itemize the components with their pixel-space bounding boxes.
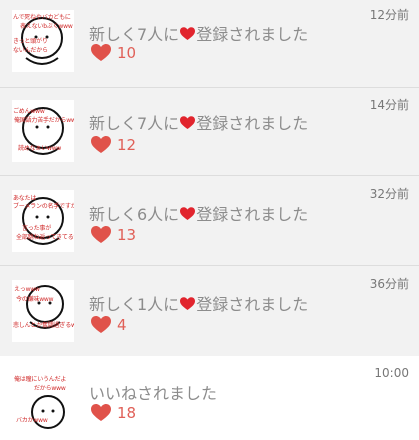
thumb-caption: きっと頭がり xyxy=(13,38,48,45)
message-text: いいねされました xyxy=(89,384,218,403)
notification-list: んで死ねやバカどもに 表えないbぶくwww きっと頭がり ないんだから 新しく7… xyxy=(0,0,419,440)
red-heart-emoji-icon xyxy=(180,207,196,220)
like-count: 12 xyxy=(117,136,137,154)
thumb-caption: ないんだから xyxy=(13,47,48,54)
message-text: 新しく1人に xyxy=(89,295,180,314)
like-count-group[interactable]: 13 xyxy=(91,226,136,244)
thumb-caption: バカかwww xyxy=(16,417,48,424)
notification-item[interactable]: 俺は瞳にいうんだよ だからwww バカかwww いいねされました 10:00 1… xyxy=(0,356,419,440)
timestamp: 12分前 xyxy=(369,8,409,22)
heart-icon xyxy=(91,136,111,153)
thumb-caption: ブーメランの名手ですかwww xyxy=(13,203,74,210)
user-avatar-thumbnail[interactable]: えっwww 今の嫌味www 悲しんとか奮闘過ぎるww xyxy=(12,280,74,342)
timestamp: 14分前 xyxy=(369,98,409,112)
notification-message: いいねされました xyxy=(89,380,217,404)
thumb-caption: 言った事が xyxy=(22,225,52,232)
notification-message: 新しく1人に 登録されました xyxy=(89,291,308,315)
notification-item[interactable]: ごめんwww 俺国語力苦手だからwww 読めなぁいwww 新しく7人に 登録されま… xyxy=(0,88,419,176)
notification-message: 新しく7人に 登録されました xyxy=(89,110,308,134)
thumb-caption: 俺国語力苦手だからwww xyxy=(14,117,74,124)
heart-icon xyxy=(91,226,111,243)
like-count: 4 xyxy=(117,316,127,334)
thumb-caption: 表えないbぶくwww xyxy=(20,23,73,30)
message-text: 新しく6人に xyxy=(89,205,180,224)
thumb-caption: えっwww xyxy=(14,286,40,293)
user-avatar-thumbnail[interactable]: あなたは ブーメランの名手ですかwww 言った事が 全部跳ね返ってきてるwww xyxy=(12,190,74,252)
red-heart-emoji-icon xyxy=(180,297,196,310)
message-text: 登録されました xyxy=(196,295,309,314)
user-avatar-thumbnail[interactable]: んで死ねやバカどもに 表えないbぶくwww きっと頭がり ないんだから xyxy=(12,10,74,72)
message-text: 登録されました xyxy=(196,205,309,224)
notification-message: 新しく7人に 登録されました xyxy=(89,21,308,45)
thumb-caption: 今の嫌味www xyxy=(16,296,54,303)
message-text: 新しく7人に xyxy=(89,114,180,133)
user-avatar-thumbnail[interactable]: ごめんwww 俺国語力苦手だからwww 読めなぁいwww xyxy=(12,100,74,162)
notification-item[interactable]: んで死ねやバカどもに 表えないbぶくwww きっと頭がり ないんだから 新しく7… xyxy=(0,0,419,88)
red-heart-emoji-icon xyxy=(180,116,196,129)
timestamp: 32分前 xyxy=(369,187,409,201)
message-text: 登録されました xyxy=(196,114,309,133)
thumb-caption: 読めなぁいwww xyxy=(18,145,62,152)
notification-item[interactable]: えっwww 今の嫌味www 悲しんとか奮闘過ぎるww 新しく1人に 登録されました… xyxy=(0,266,419,356)
heart-icon xyxy=(91,404,111,421)
thumb-caption: んで死ねやバカどもに xyxy=(13,14,71,21)
thumb-caption: あなたは xyxy=(13,195,37,202)
thumb-caption: 俺は瞳にいうんだよ xyxy=(14,376,67,383)
heart-icon xyxy=(91,316,111,333)
thumb-caption: 悲しんとか奮闘過ぎるww xyxy=(13,322,74,329)
notification-item[interactable]: あなたは ブーメランの名手ですかwww 言った事が 全部跳ね返ってきてるwww … xyxy=(0,176,419,266)
like-count-group[interactable]: 10 xyxy=(91,44,136,62)
timestamp: 36分前 xyxy=(369,277,409,291)
notification-message: 新しく6人に 登録されました xyxy=(89,201,308,225)
message-text: 登録されました xyxy=(196,25,309,44)
like-count: 10 xyxy=(117,44,137,62)
message-text: 新しく7人に xyxy=(89,25,180,44)
thumb-caption: だからwww xyxy=(34,385,66,392)
thumb-caption: 全部跳ね返ってきてるwww xyxy=(16,234,74,241)
like-count-group[interactable]: 18 xyxy=(91,404,136,422)
red-heart-emoji-icon xyxy=(180,27,196,40)
user-avatar-thumbnail[interactable]: 俺は瞳にいうんだよ だからwww バカかwww xyxy=(12,370,74,432)
like-count-group[interactable]: 4 xyxy=(91,316,127,334)
like-count: 13 xyxy=(117,226,137,244)
timestamp: 10:00 xyxy=(374,366,409,380)
heart-icon xyxy=(91,44,111,61)
like-count: 18 xyxy=(117,404,137,422)
thumb-caption: ごめんwww xyxy=(13,108,45,115)
like-count-group[interactable]: 12 xyxy=(91,136,136,154)
